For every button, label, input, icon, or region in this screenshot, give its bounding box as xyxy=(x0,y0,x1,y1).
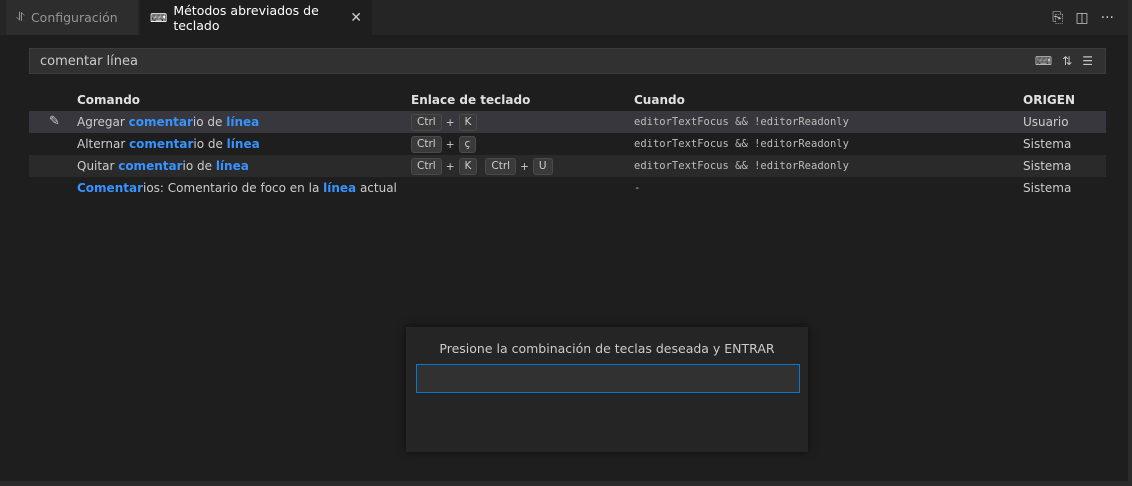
column-header-source[interactable]: ORIGEN xyxy=(1023,89,1075,111)
keybinding-capture-input[interactable] xyxy=(416,364,800,393)
key-cap: Ctrl xyxy=(411,114,442,131)
source-cell: Sistema xyxy=(1023,137,1072,151)
tab-label: Configuración xyxy=(30,10,118,25)
settings-sliders-icon: ⥯ xyxy=(16,10,25,24)
scrollbar-track[interactable] xyxy=(1128,0,1132,486)
tab-settings[interactable]: ⥯ Configuración xyxy=(6,0,138,35)
keyboard-icon: ⌨ xyxy=(150,11,168,25)
search-box: ⌨ ⇅ ☰ xyxy=(29,48,1106,74)
keybindings-table: Comando Enlace de teclado Cuando ORIGEN … xyxy=(29,89,1106,199)
table-header: Comando Enlace de teclado Cuando ORIGEN xyxy=(29,89,1106,111)
column-header-command[interactable]: Comando xyxy=(77,89,140,111)
table-row[interactable]: ✎ Agregar comentario de línea Ctrl + K edi… xyxy=(29,111,1106,133)
keybinding-cell: Ctrl + K Ctrl + U xyxy=(411,155,553,177)
define-keybinding-dialog: Presione la combinación de teclas desead… xyxy=(406,327,808,452)
sort-by-precedence-icon[interactable]: ⇅ xyxy=(1062,54,1072,68)
keybinding-cell: Ctrl + ç xyxy=(411,133,477,155)
search-actions: ⌨ ⇅ ☰ xyxy=(1035,54,1105,68)
key-cap: K xyxy=(458,158,478,175)
record-keys-icon[interactable]: ⌨ xyxy=(1035,54,1052,68)
table-row[interactable]: Quitar comentario de línea Ctrl + K Ctrl + U … xyxy=(29,155,1106,177)
editor-frame: ⥯ Configuración ⌨ Métodos abreviados de … xyxy=(0,0,1132,486)
source-cell: Sistema xyxy=(1023,159,1072,173)
column-header-keybinding[interactable]: Enlace de teclado xyxy=(411,89,530,111)
when-cell: - xyxy=(634,182,641,194)
command-cell: Quitar comentario de línea xyxy=(77,159,249,173)
key-cap: K xyxy=(458,114,478,131)
keybinding-cell: Ctrl + K xyxy=(411,111,478,133)
table-row[interactable]: Alternar comentario de línea Ctrl + ç edit… xyxy=(29,133,1106,155)
table-row[interactable]: Comentarios: Comentario de foco en la lí… xyxy=(29,177,1106,199)
split-editor-icon[interactable]: ◫ xyxy=(1075,10,1088,26)
open-json-icon[interactable]: ⎘ xyxy=(1052,10,1063,26)
key-cap: Ctrl xyxy=(411,158,442,175)
key-cap: Ctrl xyxy=(485,158,517,175)
bottom-border xyxy=(0,481,1132,486)
source-cell: Sistema xyxy=(1023,181,1072,195)
when-cell: editorTextFocus && !editorReadonly xyxy=(634,138,849,150)
tab-label: Métodos abreviados de teclado xyxy=(173,3,319,33)
key-cap: U xyxy=(532,158,553,175)
command-cell: Comentarios: Comentario de foco en la lí… xyxy=(77,181,397,195)
editor-actions: ⎘ ◫ ··· xyxy=(1052,0,1114,35)
close-icon[interactable]: ✕ xyxy=(350,10,362,26)
tab-bar: ⥯ Configuración ⌨ Métodos abreviados de … xyxy=(0,0,1128,36)
key-cap: ç xyxy=(458,136,477,153)
command-cell: Agregar comentario de línea xyxy=(77,115,260,129)
edit-pencil-icon[interactable]: ✎ xyxy=(49,111,69,133)
command-cell: Alternar comentario de línea xyxy=(77,137,260,151)
tab-keyboard-shortcuts[interactable]: ⌨ Métodos abreviados de teclado ✕ xyxy=(140,0,372,35)
search-input[interactable] xyxy=(30,52,1035,70)
source-cell: Usuario xyxy=(1023,115,1069,129)
clear-search-icon[interactable]: ☰ xyxy=(1082,54,1093,68)
key-cap: Ctrl xyxy=(411,136,442,153)
dialog-message: Presione la combinación de teclas desead… xyxy=(439,341,775,356)
column-header-when[interactable]: Cuando xyxy=(634,89,685,111)
when-cell: editorTextFocus && !editorReadonly xyxy=(634,116,849,128)
more-actions-icon[interactable]: ··· xyxy=(1101,10,1114,26)
when-cell: editorTextFocus && !editorReadonly xyxy=(634,160,849,172)
